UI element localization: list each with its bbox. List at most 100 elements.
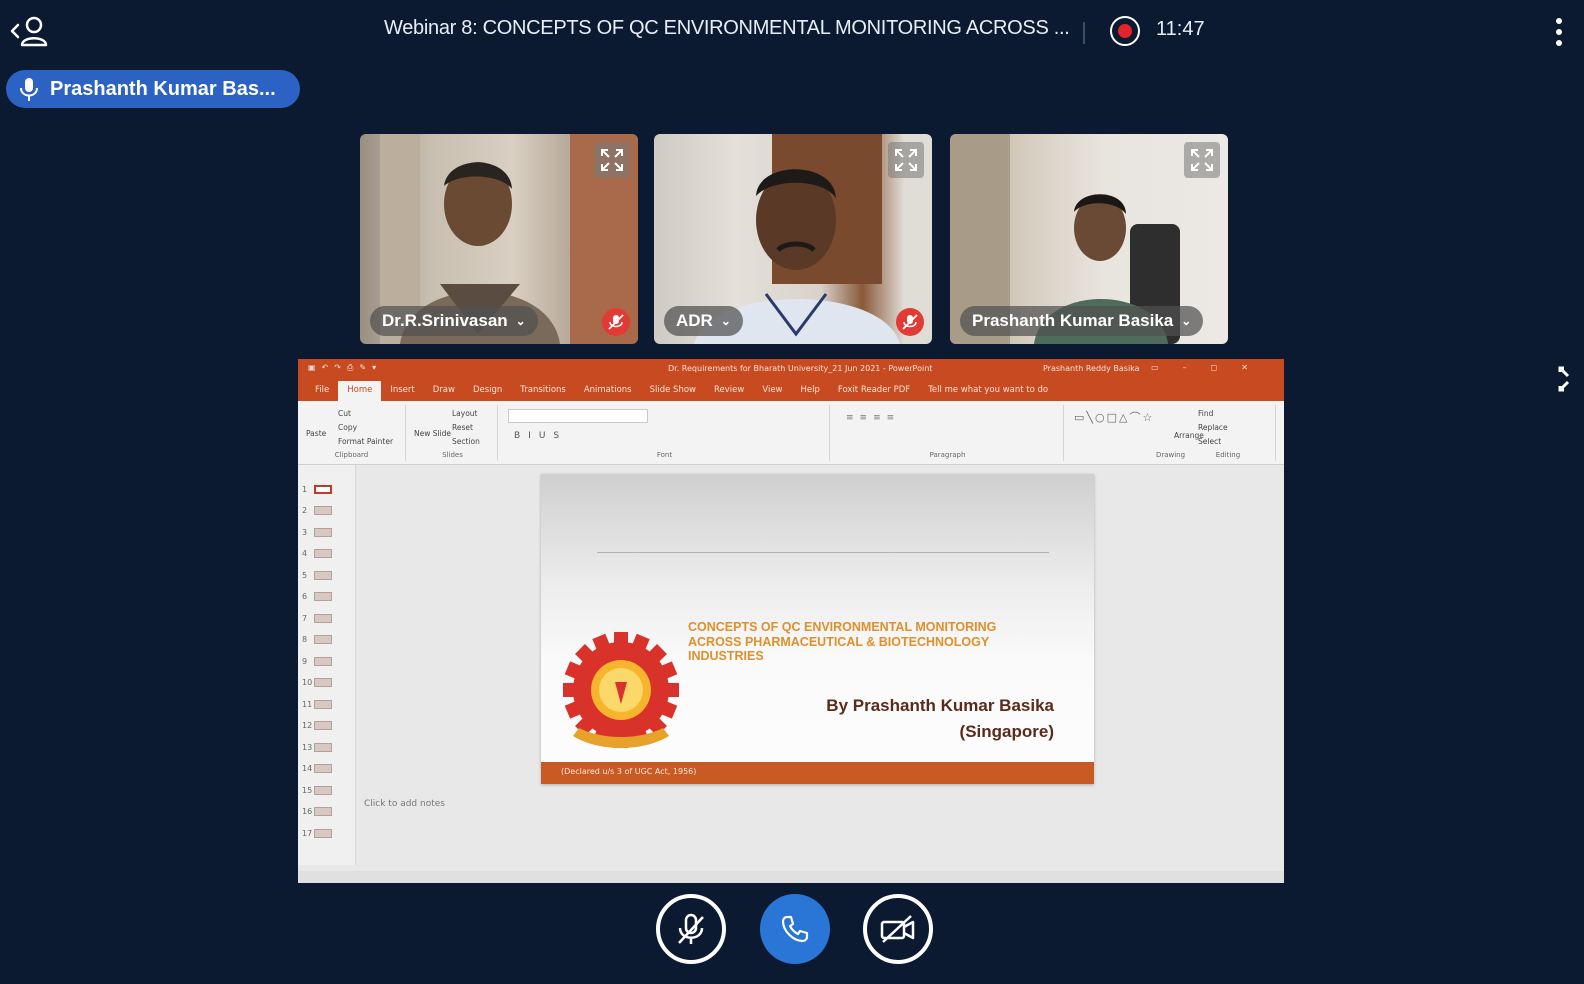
ppt-tab: Transitions bbox=[520, 385, 566, 395]
ppt-tab: Foxit Reader PDF bbox=[837, 385, 911, 395]
section-button: Section bbox=[452, 437, 480, 446]
expand-icon[interactable] bbox=[1184, 142, 1220, 178]
participant-name: ADR bbox=[676, 311, 713, 330]
slide-thumbnail[interactable]: 3 bbox=[302, 522, 352, 542]
font-name-box bbox=[508, 409, 648, 423]
ribbon-group-label: Slides bbox=[442, 451, 463, 459]
more-icon[interactable] bbox=[1548, 14, 1570, 50]
slide-number: 7 bbox=[302, 613, 308, 623]
cut-button: Cut bbox=[338, 409, 351, 418]
slide-thumbnail[interactable]: 16 bbox=[302, 802, 352, 822]
meeting-title: Webinar 8: CONCEPTS OF QC ENVIRONMENTAL … bbox=[384, 17, 1070, 39]
slide-thumbnail-image bbox=[314, 699, 332, 709]
slide-title-rule bbox=[597, 552, 1049, 553]
slide-thumbnail-image bbox=[314, 592, 332, 601]
video-tile[interactable]: Prashanth Kumar Basika ⌄ bbox=[950, 134, 1228, 344]
quick-access-toolbar: ▣↶↷⎙✎▾ bbox=[308, 363, 383, 372]
video-tile[interactable]: Dr.R.Srinivasan ⌄ bbox=[360, 134, 638, 344]
ppt-tab: View bbox=[762, 385, 783, 395]
slide-thumbnail-image bbox=[314, 484, 332, 494]
ribbon-group-slides: New Slide Layout Reset Section Slides bbox=[408, 405, 498, 461]
ribbon-group-label: Editing bbox=[1215, 451, 1241, 459]
fullscreen-icon[interactable] bbox=[1556, 364, 1584, 394]
mic-off-button[interactable] bbox=[656, 894, 726, 964]
participant-name-label[interactable]: Prashanth Kumar Basika ⌄ bbox=[960, 306, 1204, 336]
slide-thumbnail[interactable]: 9 bbox=[302, 651, 352, 671]
chevron-down-icon: ⌄ bbox=[515, 314, 526, 328]
ppt-tab: Slide Show bbox=[649, 385, 696, 395]
slide-thumbnail-image bbox=[314, 785, 332, 795]
participant-name-label[interactable]: ADR ⌄ bbox=[664, 306, 743, 336]
slide-footer: (Declared u/s 3 of UGC Act, 1956) bbox=[541, 762, 1094, 784]
paragraph-buttons: ≡≡≡≡ bbox=[846, 413, 901, 423]
find-button: Find bbox=[1198, 409, 1214, 418]
ppt-menu-tabs: File Home Insert Draw Design Transitions… bbox=[298, 379, 1284, 401]
slide-location: (Singapore) bbox=[959, 722, 1054, 741]
ppt-status-bar bbox=[298, 871, 1284, 883]
slide-number: 5 bbox=[302, 570, 308, 580]
copy-button: Copy bbox=[338, 423, 358, 432]
new-slide-button: New Slide bbox=[414, 429, 452, 438]
slide-thumbnail[interactable]: 6 bbox=[302, 587, 352, 607]
slide-thumbnail-image bbox=[314, 742, 332, 752]
ppt-tab: Review bbox=[714, 385, 745, 395]
format-painter-button: Format Painter bbox=[338, 437, 394, 446]
ppt-tab-active: Home bbox=[338, 381, 382, 401]
slide-thumbnail[interactable]: 14 bbox=[302, 759, 352, 779]
slide-thumbnail[interactable]: 10 bbox=[302, 673, 352, 693]
active-speaker-indicator[interactable]: Prashanth Kumar Bas... bbox=[6, 70, 300, 108]
slide-thumbnail[interactable]: 8 bbox=[302, 630, 352, 650]
participants-icon[interactable] bbox=[8, 14, 48, 48]
phone-icon bbox=[781, 915, 809, 943]
slide-thumbnail[interactable]: 12 bbox=[302, 716, 352, 736]
ppt-tab: Help bbox=[800, 385, 820, 395]
muted-mic-icon bbox=[602, 308, 630, 336]
ribbon-group-label: Clipboard bbox=[334, 451, 369, 459]
slide-number: 1 bbox=[302, 484, 308, 494]
slide-number: 16 bbox=[302, 807, 313, 816]
slide-thumbnail[interactable]: 17 bbox=[302, 823, 352, 843]
slide-byline: By Prashanth Kumar Basika bbox=[826, 696, 1054, 715]
expand-icon[interactable] bbox=[888, 142, 924, 178]
slide-thumbnail-image bbox=[314, 807, 332, 816]
slide-thumbnail-image bbox=[314, 570, 332, 580]
shared-screen[interactable]: ▣↶↷⎙✎▾ Dr. Requirements for Bharath Univ… bbox=[298, 359, 1284, 883]
end-call-button[interactable] bbox=[760, 894, 830, 964]
chevron-down-icon: ⌄ bbox=[1181, 314, 1192, 328]
slide-number: 6 bbox=[302, 592, 308, 601]
record-icon bbox=[1110, 16, 1140, 46]
slide-thumbnail[interactable]: 5 bbox=[302, 565, 352, 585]
select-button: Select bbox=[1198, 437, 1222, 446]
slide-number: 12 bbox=[302, 721, 313, 730]
slide-number: 2 bbox=[302, 506, 308, 515]
ppt-tab: File bbox=[315, 385, 330, 395]
muted-mic-icon bbox=[896, 308, 924, 336]
meeting-time: 11:47 bbox=[1156, 18, 1205, 40]
slide-thumbnail[interactable]: 13 bbox=[302, 737, 352, 757]
slide-thumbnail[interactable]: 15 bbox=[302, 780, 352, 800]
slide-thumbnail[interactable]: 11 bbox=[302, 694, 352, 714]
participant-name-label[interactable]: Dr.R.Srinivasan ⌄ bbox=[370, 306, 538, 336]
slide-thumbnail[interactable]: 1 bbox=[302, 479, 352, 499]
slide-thumbnail[interactable]: 2 bbox=[302, 501, 352, 521]
layout-button: Layout bbox=[452, 409, 478, 418]
slide-thumbnail[interactable]: 4 bbox=[302, 544, 352, 564]
video-tile[interactable]: ADR ⌄ bbox=[654, 134, 932, 344]
ribbon-group-label: Font bbox=[656, 451, 673, 459]
active-speaker-name: Prashanth Kumar Bas... bbox=[50, 77, 276, 100]
ppt-ribbon: Paste Cut Copy Format Painter Clipboard … bbox=[298, 401, 1284, 465]
participant-name: Dr.R.Srinivasan bbox=[382, 311, 508, 330]
slide-thumbnail-image bbox=[314, 656, 332, 666]
slide-thumbnail-image bbox=[314, 506, 332, 515]
expand-icon[interactable] bbox=[594, 142, 630, 178]
slide-thumbnail[interactable]: 7 bbox=[302, 608, 352, 628]
camera-off-icon bbox=[880, 915, 915, 943]
paste-button: Paste bbox=[306, 429, 327, 438]
microphone-icon bbox=[20, 78, 38, 101]
ppt-tab: Design bbox=[472, 385, 503, 395]
slide-thumbnail-image bbox=[314, 527, 332, 537]
slide-number: 9 bbox=[302, 656, 308, 666]
slide-thumbnail-image bbox=[314, 549, 332, 558]
camera-off-button[interactable] bbox=[863, 894, 933, 964]
ppt-document-title: Dr. Requirements for Bharath University_… bbox=[668, 364, 933, 373]
